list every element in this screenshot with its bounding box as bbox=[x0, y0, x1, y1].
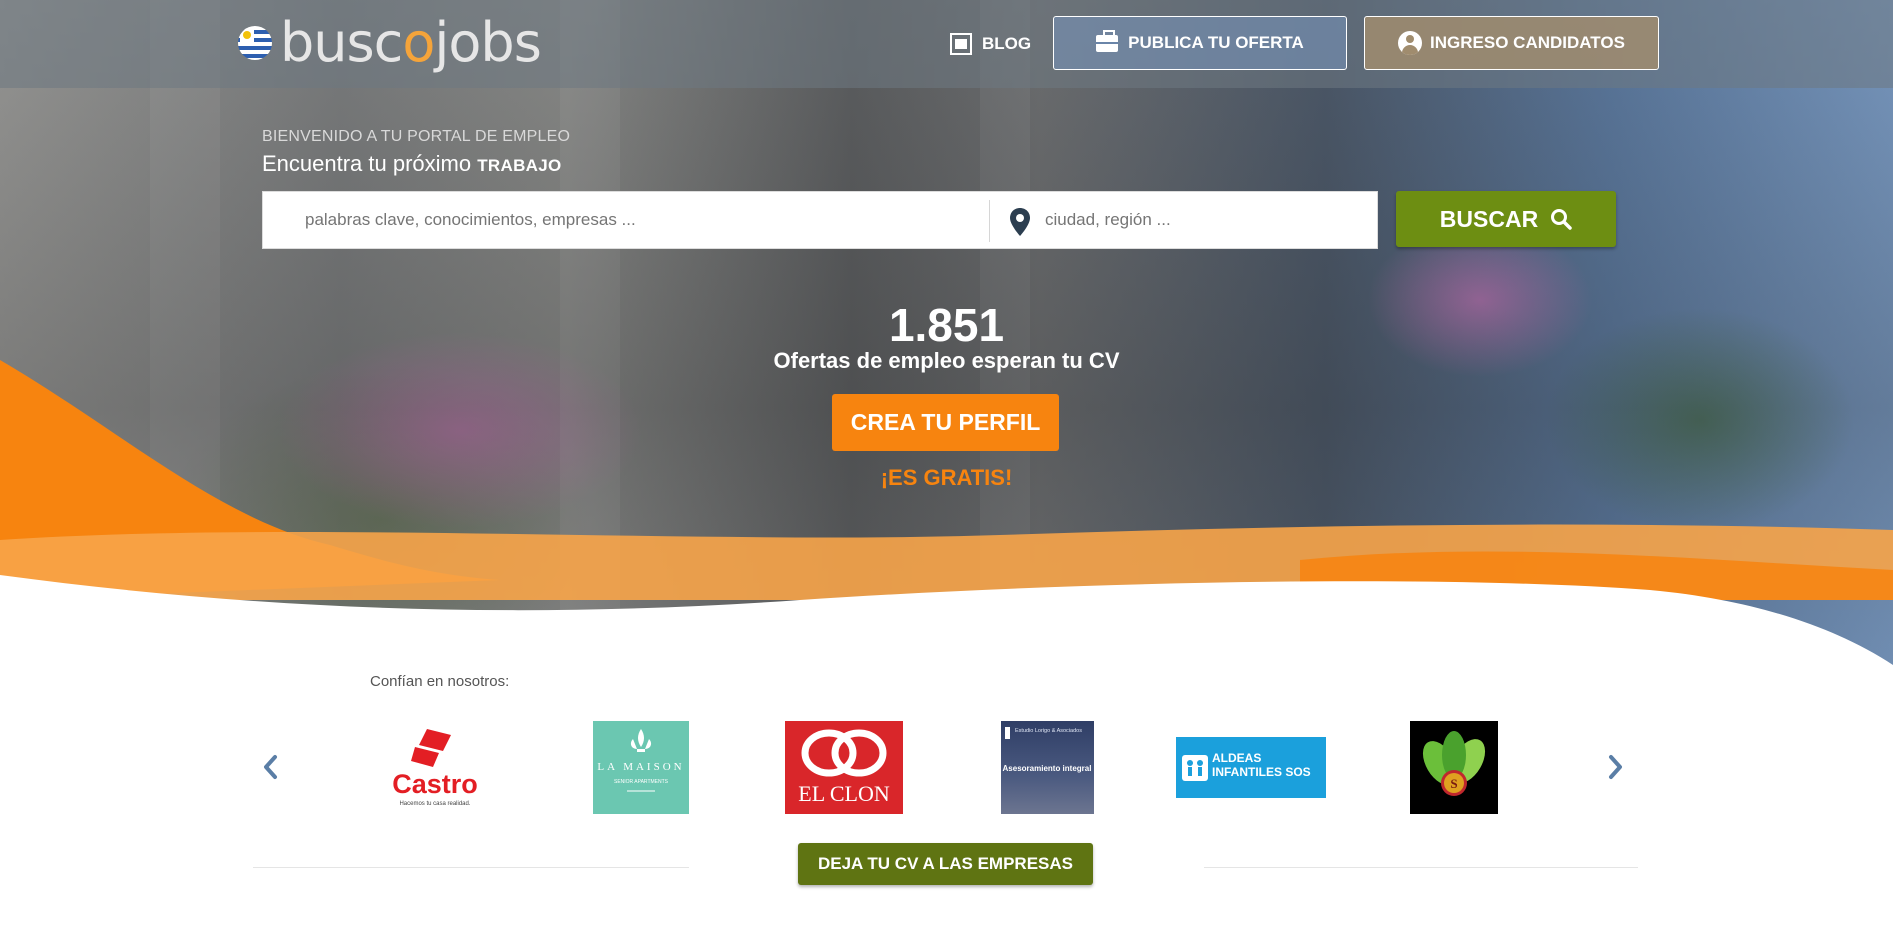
search-icon bbox=[1551, 209, 1572, 230]
uruguay-flag-icon bbox=[238, 26, 272, 60]
keywords-input[interactable] bbox=[303, 192, 983, 248]
partner-logo-aldeas-infantiles[interactable]: ALDEAS INFANTILES SOS bbox=[1176, 737, 1326, 798]
svg-text:SENIOR APARTMENTS: SENIOR APARTMENTS bbox=[614, 779, 669, 785]
search-divider bbox=[989, 200, 990, 242]
logo-wordmark: buscojobs bbox=[280, 11, 542, 74]
map-pin-icon bbox=[1010, 208, 1030, 236]
publica-oferta-button[interactable]: PUBLICA TU OFERTA bbox=[1053, 16, 1347, 70]
ingreso-candidatos-button[interactable]: INGRESO CANDIDATOS bbox=[1364, 16, 1659, 70]
svg-text:Asesoramiento integral: Asesoramiento integral bbox=[1003, 764, 1092, 773]
user-circle-icon bbox=[1398, 31, 1423, 55]
search-bar bbox=[262, 191, 1378, 249]
divider-right bbox=[1204, 867, 1638, 868]
offers-count: 1.851 bbox=[888, 299, 1005, 351]
divider-left bbox=[253, 867, 689, 868]
welcome-text: BIENVENIDO A TU PORTAL DE EMPLEO bbox=[262, 128, 571, 145]
offers-text: Ofertas de empleo esperan tu CV bbox=[773, 348, 1120, 373]
buscojobs-logo[interactable]: buscojobs bbox=[238, 11, 542, 74]
partner-logo-castro[interactable]: Castro Hacemos tu casa realidad. bbox=[385, 721, 485, 813]
svg-text:Castro: Castro bbox=[392, 769, 478, 799]
chevron-right-icon[interactable] bbox=[1600, 752, 1630, 782]
search-button[interactable]: BUSCAR bbox=[1396, 191, 1616, 247]
location-input[interactable] bbox=[1043, 192, 1363, 248]
svg-text:Estudio Lorigo & Asociados: Estudio Lorigo & Asociados bbox=[1015, 728, 1082, 734]
svg-text:LA MAISON: LA MAISON bbox=[597, 761, 684, 773]
briefcase-icon bbox=[1096, 29, 1119, 52]
blog-icon bbox=[950, 33, 972, 55]
partner-logo-estudio[interactable]: Estudio Lorigo & Asociados Asesoramiento… bbox=[1001, 721, 1094, 814]
crea-perfil-button[interactable]: CREA TU PERFIL bbox=[832, 394, 1059, 451]
blog-label: BLOG bbox=[982, 34, 1032, 53]
hero-headline: Encuentra tu próximo TRABAJO bbox=[262, 151, 562, 176]
deja-cv-button[interactable]: DEJA TU CV A LAS EMPRESAS bbox=[798, 843, 1093, 885]
svg-text:EL CLON: EL CLON bbox=[798, 781, 890, 806]
svg-text:Hacemos tu casa realidad.: Hacemos tu casa realidad. bbox=[399, 801, 470, 807]
partner-logo-leaves[interactable]: S bbox=[1410, 721, 1498, 814]
ingreso-candidatos-label: INGRESO CANDIDATOS bbox=[1430, 33, 1625, 52]
partners-heading: Confían en nosotros: bbox=[370, 673, 510, 690]
chevron-left-icon[interactable] bbox=[256, 752, 286, 782]
free-text: ¡ES GRATIS! bbox=[880, 465, 1013, 490]
search-button-label: BUSCAR bbox=[1439, 205, 1539, 232]
partner-logo-el-clon[interactable]: EL CLON bbox=[785, 721, 903, 814]
publica-oferta-label: PUBLICA TU OFERTA bbox=[1128, 33, 1304, 52]
partner-logo-la-maison[interactable]: LA MAISON SENIOR APARTMENTS bbox=[593, 721, 689, 814]
svg-text:S: S bbox=[1450, 776, 1457, 791]
blog-link[interactable]: BLOG bbox=[950, 30, 1031, 58]
